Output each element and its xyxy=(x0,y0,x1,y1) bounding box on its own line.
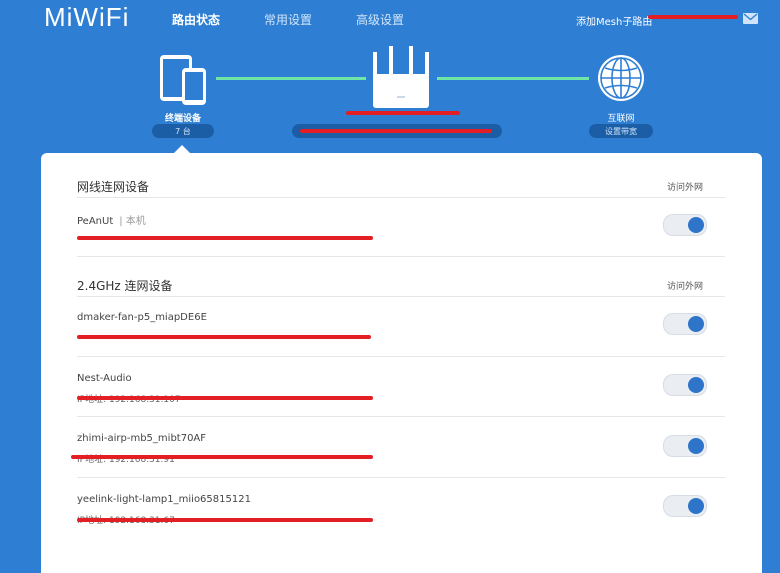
add-mesh-link[interactable]: 添加Mesh子路由 xyxy=(576,13,652,28)
top-bar: MiWiFi 路由状态 常用设置 高级设置 添加Mesh子路由 xyxy=(0,0,780,40)
mail-icon[interactable] xyxy=(743,13,758,24)
redaction-mark xyxy=(300,129,492,133)
main-nav: 路由状态 常用设置 高级设置 xyxy=(172,11,448,28)
devices-icon[interactable] xyxy=(158,54,210,106)
panel-pointer xyxy=(174,145,190,153)
internet-access-toggle[interactable] xyxy=(663,495,707,517)
devices-count[interactable]: 7 台 xyxy=(152,124,214,138)
toggle-knob xyxy=(688,498,704,514)
this-device-tag: | 本机 xyxy=(119,216,146,227)
divider xyxy=(77,356,725,357)
tab-common-settings[interactable]: 常用设置 xyxy=(264,11,312,28)
wired-internet-access-header: 访问外网 xyxy=(667,183,704,193)
device-name: dmaker-fan-p5_miapDE6E xyxy=(77,312,207,323)
internet-label: 互联网 xyxy=(607,114,635,124)
wifi24-internet-access-header: 访问外网 xyxy=(667,282,704,292)
tab-router-status[interactable]: 路由状态 xyxy=(172,11,220,28)
redaction-mark xyxy=(77,396,373,400)
divider xyxy=(77,256,725,257)
devices-label: 终端设备 xyxy=(164,114,201,124)
device-list-panel: 网线连网设备 访问外网 PeAnUt | 本机 2.4GHz 连网设备 访问外网 … xyxy=(41,153,762,573)
link-devices-router xyxy=(216,77,366,80)
internet-access-toggle[interactable] xyxy=(663,435,707,457)
tab-advanced-settings[interactable]: 高级设置 xyxy=(356,11,404,28)
divider xyxy=(77,416,725,417)
router-icon[interactable] xyxy=(371,46,431,110)
redaction-mark xyxy=(77,518,373,522)
device-name: yeelink-light-lamp1_miio65815121 xyxy=(77,494,251,505)
toggle-knob xyxy=(688,217,704,233)
bandwidth-settings-button[interactable]: 设置带宽 xyxy=(589,124,653,138)
redaction-mark xyxy=(71,455,373,459)
divider xyxy=(77,477,725,478)
internet-access-toggle[interactable] xyxy=(663,214,707,236)
device-name: Nest-Audio xyxy=(77,373,132,384)
redaction-mark xyxy=(346,111,460,115)
wired-section-title: 网线连网设备 xyxy=(77,180,150,194)
internet-access-toggle[interactable] xyxy=(663,374,707,396)
redaction-mark xyxy=(77,335,371,339)
wifi24-section-title: 2.4GHz 连网设备 xyxy=(77,279,173,293)
redaction-mark xyxy=(648,15,738,19)
device-name: PeAnUt | 本机 xyxy=(77,216,146,227)
device-name: zhimi-airp-mb5_mibt70AF xyxy=(77,433,207,444)
globe-icon[interactable] xyxy=(596,53,646,103)
redaction-mark xyxy=(77,236,373,240)
toggle-knob xyxy=(688,377,704,393)
divider xyxy=(77,197,725,198)
divider xyxy=(77,296,725,297)
toggle-knob xyxy=(688,438,704,454)
toggle-knob xyxy=(688,316,704,332)
internet-access-toggle[interactable] xyxy=(663,313,707,335)
miwifi-logo[interactable]: MiWiFi xyxy=(44,2,129,33)
link-router-internet xyxy=(437,77,589,80)
